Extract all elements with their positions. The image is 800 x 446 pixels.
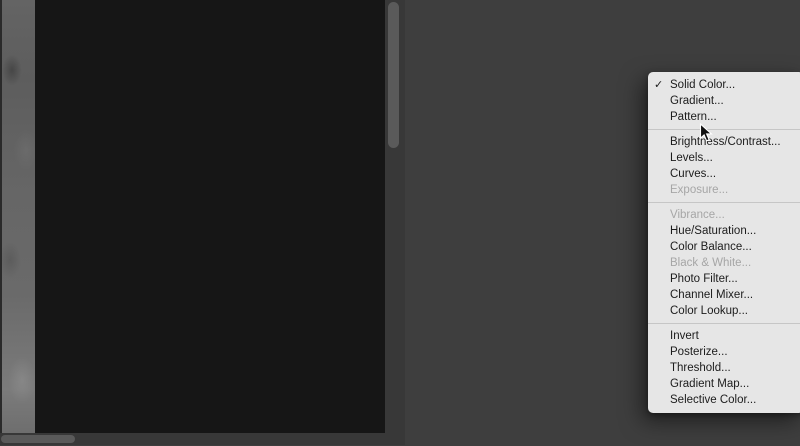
- menu-item[interactable]: Threshold...: [648, 360, 800, 376]
- menu-item[interactable]: Photo Filter...: [648, 271, 800, 287]
- menu-item[interactable]: Channel Mixer...: [648, 287, 800, 303]
- checkmark-icon: ✓: [654, 79, 664, 91]
- menu-item[interactable]: Pattern...: [648, 109, 800, 125]
- menu-item[interactable]: Gradient...: [648, 93, 800, 109]
- new-adjustment-layer-menu: ✓ Solid Color... Gradient... Pattern... Brig…: [648, 72, 800, 413]
- menu-item[interactable]: Brightness/Contrast...: [648, 134, 800, 150]
- mouse-cursor-arrow-icon: [699, 122, 713, 148]
- canvas-vertical-scrollbar[interactable]: [385, 0, 405, 433]
- menu-item[interactable]: ✓ Solid Color...: [648, 77, 800, 93]
- menu-item[interactable]: Posterize...: [648, 344, 800, 360]
- menu-item[interactable]: Hue/Saturation...: [648, 223, 800, 239]
- photo-edge-texture: [0, 0, 35, 433]
- menu-item[interactable]: Color Balance...: [648, 239, 800, 255]
- vertical-scrollbar-thumb[interactable]: [388, 2, 399, 148]
- horizontal-scrollbar-thumb[interactable]: [1, 435, 75, 443]
- menu-item[interactable]: Invert: [648, 328, 800, 344]
- menu-separator: [648, 323, 800, 324]
- canvas-horizontal-scrollbar[interactable]: [0, 433, 405, 445]
- menu-item[interactable]: Levels...: [648, 150, 800, 166]
- menu-item[interactable]: Curves...: [648, 166, 800, 182]
- menu-item[interactable]: Selective Color...: [648, 392, 800, 408]
- menu-separator: [648, 129, 800, 130]
- menu-item: Exposure...: [670, 184, 729, 196]
- document-canvas[interactable]: [0, 0, 385, 433]
- menu-item[interactable]: Gradient Map...: [648, 376, 800, 392]
- menu-item[interactable]: Color Lookup...: [648, 303, 800, 319]
- menu-separator: [648, 202, 800, 203]
- menu-item: Vibrance...: [670, 209, 725, 221]
- menu-item: Black & White...: [670, 257, 752, 269]
